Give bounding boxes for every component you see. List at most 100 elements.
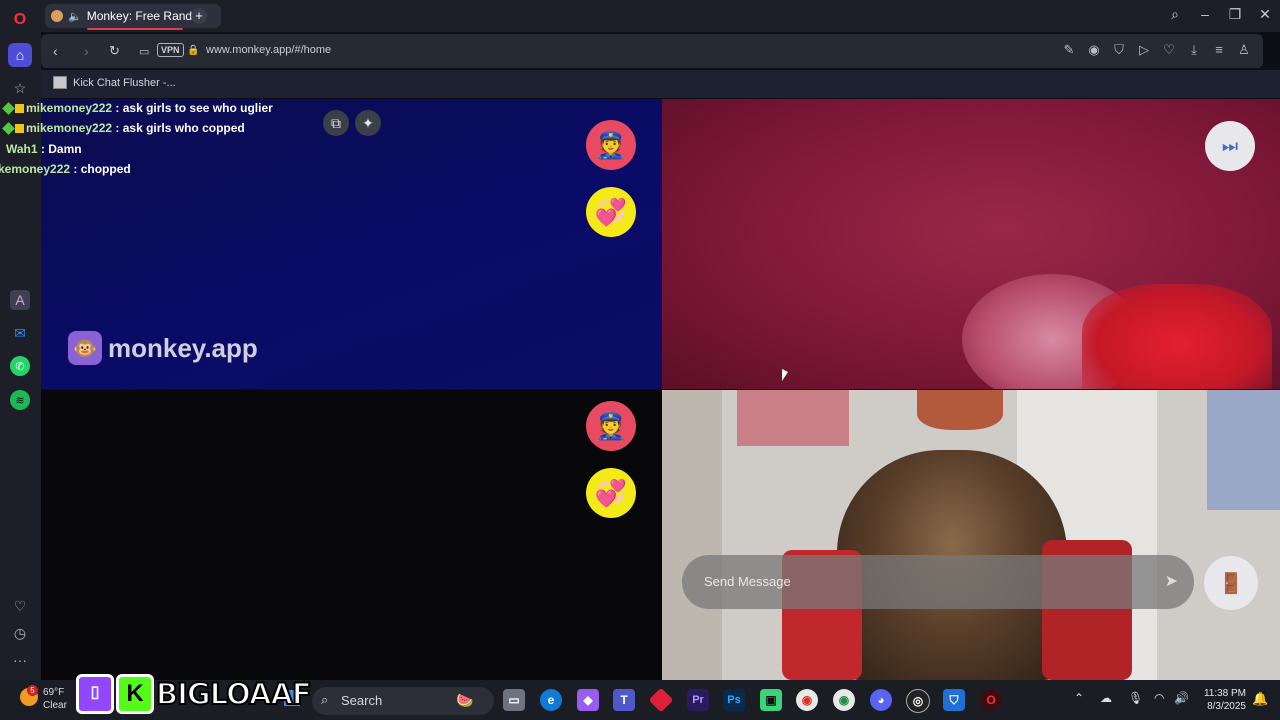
weather-widget[interactable]: 69°F Clear <box>43 686 67 712</box>
opera-logo-icon[interactable]: O <box>10 10 30 30</box>
favorites-heart-icon[interactable]: ♡ <box>10 596 30 616</box>
task-view-icon[interactable]: ▭ <box>503 689 525 711</box>
bookmark-star-icon[interactable]: ☆ <box>10 78 30 98</box>
restore-button[interactable]: ❐ <box>1225 6 1245 23</box>
taskbar-clock[interactable]: 11:38 PM 8/3/2025 <box>1196 687 1246 713</box>
url-field[interactable]: www.monkey.app/#/home <box>206 44 331 56</box>
opera-taskbar-icon[interactable]: O <box>980 689 1002 711</box>
weather-badge: 5 <box>27 685 38 696</box>
monkey-app-logo: 🐵 monkey.app <box>68 331 258 365</box>
wall-left <box>662 390 722 680</box>
onedrive-icon[interactable]: ☁ <box>1100 691 1112 705</box>
search-tabs-icon[interactable]: ⌕ <box>1165 6 1185 23</box>
chat-line: kemoney222 : chopped <box>0 162 131 176</box>
reload-button[interactable]: ↻ <box>109 43 120 59</box>
bookmark-favicon-icon <box>53 76 67 89</box>
police-icon: 👮 <box>594 129 628 160</box>
play-icon[interactable]: ▷ <box>1136 42 1152 58</box>
discord-icon[interactable]: ◕ <box>870 689 892 711</box>
logo-text: monkey.app <box>108 332 258 363</box>
chat-badge-icon <box>15 104 24 113</box>
send-icon[interactable]: ➤ <box>1165 571 1178 591</box>
remote-clothing-blur <box>1082 284 1272 389</box>
video-pane-remote-top: ⏭ <box>662 99 1280 389</box>
teams-icon[interactable]: T <box>613 689 635 711</box>
new-tab-button[interactable]: + <box>191 8 207 24</box>
search-icon: ⌕ <box>321 692 329 707</box>
heart-icon[interactable]: ♡ <box>1161 42 1177 58</box>
leave-door-button[interactable]: 🚪 <box>1204 556 1258 610</box>
video-pane-self-top: ⧉ ✦ 👮 💞 🐵 monkey.app <box>41 99 662 389</box>
copilot-icon[interactable]: ◆ <box>577 689 599 711</box>
wall-decor <box>917 390 1003 430</box>
watermelon-icon: 🍉 <box>456 692 474 708</box>
report-police-button[interactable]: 👮 <box>586 120 636 170</box>
chrome-icon[interactable]: ◉ <box>796 689 818 711</box>
streaming-app-icon[interactable]: ▣ <box>760 689 782 711</box>
police-icon: 👮 <box>594 410 628 441</box>
profile-icon[interactable]: ♙ <box>1236 42 1252 58</box>
whatsapp-icon[interactable]: ✆ <box>10 356 30 376</box>
sparkle-filter-icon[interactable]: ✦ <box>355 110 381 136</box>
taskbar-search-label: Search <box>341 693 383 708</box>
notification-bell-icon[interactable]: 🔔 <box>1252 691 1268 707</box>
report-police-button[interactable]: 👮 <box>586 401 636 451</box>
edit-icon[interactable]: ✎ <box>1061 42 1077 58</box>
kick-icon: K <box>116 674 154 714</box>
premiere-pro-icon[interactable]: Pr <box>687 689 709 711</box>
app-diamond-icon[interactable] <box>648 687 674 713</box>
copy-icon[interactable]: ⧉ <box>323 110 349 136</box>
message-placeholder: Send Message <box>704 574 791 589</box>
chrome-profile-icon[interactable]: ◉ <box>833 689 855 711</box>
wifi-icon[interactable]: ◠ <box>1154 691 1164 705</box>
streamer-overlay: ▯ K BIGLOAAF <box>72 670 313 718</box>
close-button[interactable]: ✕ <box>1255 6 1275 23</box>
tab-bar: 🔈 Monkey: Free Randon + ⌕ – ❐ ✕ <box>41 0 1280 32</box>
history-clock-icon[interactable]: ◷ <box>10 623 30 643</box>
camera-icon[interactable]: ▭ <box>139 45 149 58</box>
aria-icon[interactable]: A <box>10 290 30 310</box>
back-button[interactable]: ‹ <box>53 43 58 59</box>
monkey-favicon-icon <box>51 10 63 22</box>
chat-badge-icon <box>2 102 15 115</box>
weather-temp: 69°F <box>43 687 65 698</box>
obs-icon[interactable]: ◎ <box>906 689 930 713</box>
microphone-icon[interactable]: 🎙 <box>1128 691 1143 705</box>
tray-chevron-icon[interactable]: ⌃ <box>1074 691 1084 705</box>
speaker-icon[interactable]: 🔈 <box>68 10 82 23</box>
chat-line: mikemoney222 : ask girls who copped <box>2 121 245 135</box>
home-icon[interactable]: ⌂ <box>8 43 32 67</box>
menu-icon[interactable]: ≡ <box>1211 42 1227 57</box>
add-friend-heart-button[interactable]: 💞 <box>586 468 636 518</box>
send-message-input[interactable]: Send Message ➤ <box>682 555 1194 609</box>
more-dots-icon[interactable]: ··· <box>10 650 30 670</box>
security-shield-icon[interactable]: ⛉ <box>943 689 965 711</box>
skip-next-button[interactable]: ⏭ <box>1205 121 1255 171</box>
forward-button[interactable]: › <box>84 43 89 59</box>
bookmarks-bar: Kick Chat Flusher -... <box>41 70 1280 98</box>
download-icon[interactable]: ⤓ <box>1186 42 1202 58</box>
twitch-icon: ▯ <box>76 674 114 714</box>
photoshop-icon[interactable]: Ps <box>723 689 745 711</box>
add-friend-heart-button[interactable]: 💞 <box>586 187 636 237</box>
taskbar-search[interactable]: ⌕ Search 🍉 <box>312 687 494 715</box>
heart-icon: 💞 <box>594 196 628 227</box>
edge-icon[interactable]: e <box>540 689 562 711</box>
bookmark-label: Kick Chat Flusher -... <box>73 76 176 89</box>
address-bar: ‹ › ↻ ▭ VPN 🔒 www.monkey.app/#/home ✎ ◉ … <box>41 34 1263 68</box>
spotify-icon[interactable]: ≋ <box>10 390 30 410</box>
bookmark-kick-chat-flusher[interactable]: Kick Chat Flusher -... <box>53 76 176 89</box>
monkey-logo-icon: 🐵 <box>68 331 102 365</box>
door-exit-icon: 🚪 <box>1218 572 1244 595</box>
messenger-icon[interactable]: ✉ <box>10 323 30 343</box>
volume-icon[interactable]: 🔊 <box>1174 691 1189 705</box>
vpn-badge[interactable]: VPN <box>157 43 184 57</box>
snapshot-icon[interactable]: ◉ <box>1086 42 1102 58</box>
minimize-button[interactable]: – <box>1195 6 1215 22</box>
lock-icon[interactable]: 🔒 <box>187 45 199 56</box>
shield-icon[interactable]: ⛉ <box>1111 42 1127 58</box>
tab-audio-indicator <box>87 28 183 30</box>
clock-time: 11:38 PM <box>1203 688 1246 699</box>
mouse-cursor-icon <box>782 369 788 381</box>
weather-condition: Clear <box>43 700 67 711</box>
